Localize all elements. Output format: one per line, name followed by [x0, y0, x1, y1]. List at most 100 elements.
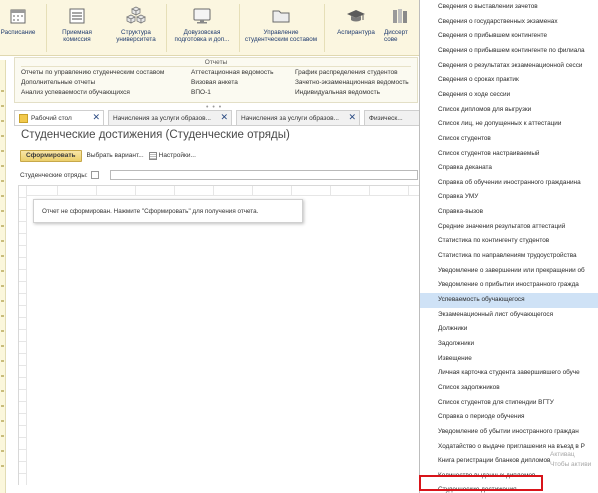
toolbar-separator	[46, 4, 47, 52]
menu-item[interactable]: Сведения о государственных экзаменах	[420, 15, 598, 30]
watermark-line: Активац	[550, 451, 575, 458]
menu-item[interactable]: Сведения о прибывшем контингенте	[420, 29, 598, 44]
toolbar-item-label: Довузовская подготовка и доп...	[174, 29, 230, 43]
left-rail	[0, 60, 6, 493]
menu-item[interactable]: Извещение	[420, 352, 598, 367]
cubes-icon	[126, 6, 146, 26]
divider	[21, 66, 411, 67]
report-link[interactable]: График распределения студентов	[295, 69, 409, 77]
toolbar-item-student-management[interactable]: Управление студентческим составом	[240, 6, 322, 54]
report-link[interactable]: Визовая анкета	[191, 79, 274, 87]
toolbar-item-label: Приемная комиссия	[62, 29, 92, 43]
close-icon[interactable]: ✕	[92, 112, 100, 123]
tab-desktop[interactable]: Рабочий стол ✕	[14, 110, 104, 125]
menu-item[interactable]: Средние значения результатов аттестаций	[420, 220, 598, 235]
toolbar-item-label: Структура университета	[116, 29, 156, 43]
folder-icon	[271, 6, 291, 26]
form-title: Студенческие достижения (Студенческие от…	[21, 129, 290, 141]
graduation-cap-icon	[346, 6, 366, 26]
report-link[interactable]: Анализ успеваемости обучающихся	[21, 89, 164, 97]
menu-item[interactable]: Статистика по направлениям трудоустройст…	[420, 249, 598, 264]
main-window: Расписание Приемная комиссия Структура у…	[0, 0, 420, 493]
toolbar-item-schedule[interactable]: Расписание	[0, 6, 38, 54]
calendar-icon	[8, 6, 28, 26]
menu-item[interactable]: Экзаменационный лист обучающегося	[420, 308, 598, 323]
settings-button[interactable]: Настройки...	[148, 151, 196, 160]
report-row-header	[19, 186, 27, 485]
tab-label: Начисления за услуги образов...	[113, 114, 211, 122]
choose-variant-button[interactable]: Выбрать вариант...	[87, 152, 144, 159]
reports-column-3: График распределения студентов Зачетно-э…	[295, 69, 409, 97]
close-icon[interactable]: ✕	[220, 112, 228, 123]
list-icon	[67, 6, 87, 26]
reports-panel: Отчеты Отчеты по управлению студенческим…	[14, 57, 418, 103]
menu-item[interactable]: Список лиц, не допущенных к аттестации	[420, 117, 598, 132]
settings-icon	[148, 151, 157, 160]
report-link[interactable]: Зачетно-экзаменационная ведомость	[295, 79, 409, 87]
toolbar-separator	[324, 4, 325, 52]
settings-label: Настройки...	[158, 152, 196, 159]
close-icon[interactable]: ✕	[348, 112, 356, 123]
filter-input[interactable]	[110, 170, 418, 180]
menu-item[interactable]: Сведения о ходе сессии	[420, 88, 598, 103]
report-link[interactable]: Индивидуальная ведомость	[295, 89, 409, 97]
menu-item[interactable]: Список студентов настраиваемый	[420, 147, 598, 162]
open-windows-tabs: Рабочий стол ✕ Начисления за услуги обра…	[14, 110, 420, 125]
menu-item[interactable]: Список задолжников	[420, 381, 598, 396]
menu-item[interactable]: Сведения о прибывшем контингенте по фили…	[420, 44, 598, 59]
menu-item[interactable]: Список дипломов для выгрузки	[420, 103, 598, 118]
reports-column-2: Аттестационная ведомость Визовая анкета …	[191, 69, 274, 97]
menu-item[interactable]: Список студентов для стипендии ВГТУ	[420, 396, 598, 411]
form-toolbar: Сформировать Выбрать вариант... Настройк…	[20, 149, 196, 162]
toolbar-item-admission[interactable]: Приемная комиссия	[55, 6, 99, 54]
highlight-box	[419, 475, 543, 491]
toolbar-item-postgraduate[interactable]: Аспирантура	[333, 6, 379, 54]
menu-item[interactable]: Задолжники	[420, 337, 598, 352]
menu-item[interactable]: Справка деканата	[420, 161, 598, 176]
tab-charges-1[interactable]: Начисления за услуги образов... ✕	[108, 110, 232, 125]
menu-item[interactable]: Справка-вызов	[420, 205, 598, 220]
generate-button[interactable]: Сформировать	[20, 149, 82, 162]
filter-checkbox[interactable]	[90, 171, 99, 179]
toolbar-item-pre-university[interactable]: Довузовская подготовка и доп...	[166, 6, 238, 54]
report-link[interactable]: Аттестационная ведомость	[191, 69, 274, 77]
menu-item[interactable]: Сведения о выставлении зачетов	[420, 0, 598, 15]
toolbar-item-label: Аспирантура	[337, 29, 375, 36]
menu-item[interactable]: Уведомление о завершении или прекращении…	[420, 264, 598, 279]
divider	[14, 125, 420, 126]
toolbar-item-university-structure[interactable]: Структура университета	[108, 6, 164, 54]
report-document[interactable]: Отчет не сформирован. Нажмите "Сформиров…	[18, 185, 420, 485]
report-link[interactable]: ВПО-1	[191, 89, 274, 97]
menu-item[interactable]: Сведения о результатах экзаменационной с…	[420, 59, 598, 74]
tab-physical[interactable]: Физическ...	[364, 110, 420, 125]
books-icon	[390, 6, 410, 26]
menu-item[interactable]: Личная карточка студента завершившего об…	[420, 366, 598, 381]
tab-label: Начисления за услуги образов...	[241, 114, 339, 122]
menu-item[interactable]: Успеваемость обучающегося	[420, 293, 598, 308]
activation-watermark: Активац Чтобы активи	[550, 450, 591, 470]
report-link[interactable]: Отчеты по управлению студенческим состав…	[21, 69, 164, 77]
menu-item[interactable]: Справка о периоде обучения	[420, 410, 598, 425]
reports-dropdown-list: Сведения о выставлении зачетов Сведения о…	[419, 0, 598, 493]
report-not-generated-message: Отчет не сформирован. Нажмите "Сформиров…	[33, 199, 303, 223]
menu-item[interactable]: Уведомление о прибытии иностранного граж…	[420, 278, 598, 293]
monitor-icon	[192, 6, 212, 26]
watermark-line: Чтобы активи	[550, 461, 592, 468]
toolbar-item-dissertation-council[interactable]: Диссерт сове	[384, 6, 420, 54]
menu-item[interactable]: Статистика по контингенту студентов	[420, 234, 598, 249]
report-column-header	[19, 186, 420, 196]
menu-item[interactable]: Должники	[420, 322, 598, 337]
menu-item[interactable]: Список студентов	[420, 132, 598, 147]
tab-charges-2[interactable]: Начисления за услуги образов... ✕	[236, 110, 360, 125]
report-link[interactable]: Дополнительные отчеты	[21, 79, 164, 87]
menu-item[interactable]: Уведомление об убытии иностранного гражд…	[420, 425, 598, 440]
reports-panel-title: Отчеты	[204, 59, 228, 66]
menu-item[interactable]: Сведения о сроках практик	[420, 73, 598, 88]
sections-toolbar: Расписание Приемная комиссия Структура у…	[0, 0, 420, 56]
filter-label: Студенческие отряды:	[20, 171, 88, 179]
menu-item[interactable]: Справка об обучении иностранного граждан…	[420, 176, 598, 191]
filter-row: Студенческие отряды:	[20, 170, 99, 180]
tab-label: Рабочий стол	[31, 114, 72, 122]
toolbar-item-label: Расписание	[0, 29, 36, 36]
menu-item[interactable]: Справка УМУ	[420, 190, 598, 205]
